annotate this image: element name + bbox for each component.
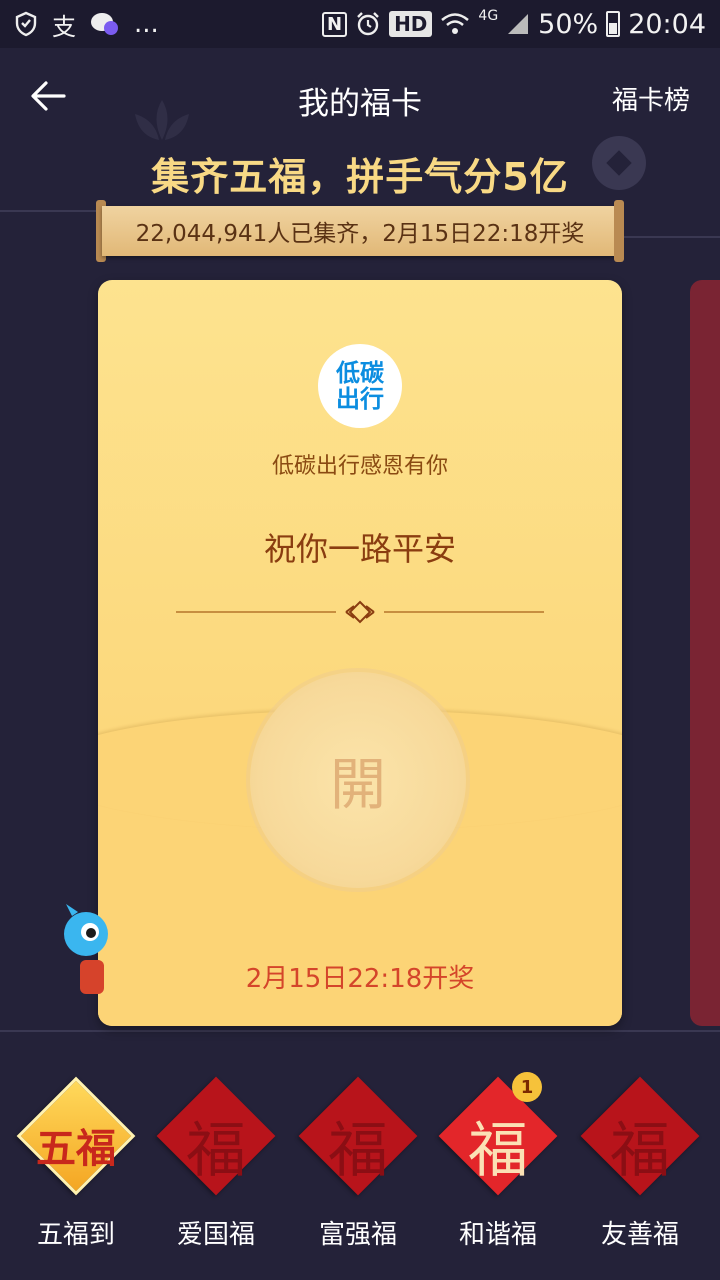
nfc-icon: N xyxy=(321,11,348,37)
fu-tile-label: 爱国福 xyxy=(176,1220,255,1250)
fu-tile-fuqiang[interactable]: 福 富强福 xyxy=(288,1060,428,1260)
alarm-icon xyxy=(357,12,379,36)
fu-tile-wufu[interactable]: 五福 五福到 xyxy=(6,1060,146,1260)
open-seal-button[interactable]: 開 xyxy=(250,672,466,888)
sponsor-name: 低碳出行感恩有你 xyxy=(271,454,448,479)
campaign-headline: 集齐五福，拼手气分5亿 xyxy=(151,155,569,199)
blessing-text: 祝你一路平安 xyxy=(263,530,456,568)
alipay-icon: 支 xyxy=(52,12,76,41)
shield-icon xyxy=(15,11,37,37)
network-type: 4G xyxy=(478,8,499,24)
fu-count-badge: 1 xyxy=(512,1072,542,1102)
status-bar: 支 ... N HD 4G 50% 20:04 xyxy=(0,0,720,48)
wifi-icon xyxy=(441,13,470,34)
fu-tile-hexie[interactable]: 福 1 和谐福 xyxy=(428,1060,568,1260)
fu-tile-label: 和谐福 xyxy=(458,1220,537,1250)
fu-character: 福 xyxy=(186,1116,246,1186)
fu-character: 五福 xyxy=(36,1125,116,1172)
fu-character: 福 xyxy=(610,1116,670,1186)
signal-icon xyxy=(508,14,529,34)
battery-icon xyxy=(606,11,621,37)
mascot-icon xyxy=(64,904,108,994)
fu-card-ranking-link[interactable]: 福卡榜 xyxy=(612,80,690,117)
fu-tile-label: 富强福 xyxy=(318,1220,397,1250)
collected-count-banner: 22,044,941人已集齐，2月15日22:18开奖 xyxy=(102,206,618,256)
more-dots-icon: ... xyxy=(134,9,159,39)
decor-line xyxy=(0,210,100,212)
fu-tile-label: 友善福 xyxy=(600,1220,679,1250)
hd-badge: HD xyxy=(389,11,433,37)
decor-line xyxy=(620,236,720,238)
fu-tile-aiguo[interactable]: 福 爱国福 xyxy=(146,1060,286,1260)
fu-tile-row: 五福 五福到 福 爱国福 福 富强福 福 1 和谐福 福 友善福 xyxy=(0,1060,720,1260)
fu-character: 福 xyxy=(328,1116,388,1186)
draw-time: 2月15日22:18开奖 xyxy=(245,964,475,994)
next-card-peek[interactable] xyxy=(690,280,720,1026)
fu-tile-label: 五福到 xyxy=(36,1220,115,1250)
fu-card[interactable]: 低碳出行 低碳出行感恩有你 祝你一路平安 開 2月15日22:18开奖 xyxy=(98,280,622,1026)
wechat-icon xyxy=(91,13,118,35)
clock: 20:04 xyxy=(628,8,706,40)
sponsor-logo-text: 低碳出行 xyxy=(336,359,384,413)
decor-line xyxy=(0,1030,720,1032)
fu-character: 福 xyxy=(468,1116,528,1186)
open-label: 開 xyxy=(330,752,386,818)
scroll-rod-right xyxy=(614,200,624,262)
knot-divider-icon xyxy=(176,600,544,624)
sponsor-logo: 低碳出行 xyxy=(318,344,402,428)
nav-bar: 我的福卡 福卡榜 xyxy=(0,48,720,144)
fu-tile-youshan[interactable]: 福 友善福 xyxy=(570,1060,710,1260)
battery-percent: 50% xyxy=(538,8,599,40)
collected-count-text: 22,044,941人已集齐，2月15日22:18开奖 xyxy=(135,221,585,247)
